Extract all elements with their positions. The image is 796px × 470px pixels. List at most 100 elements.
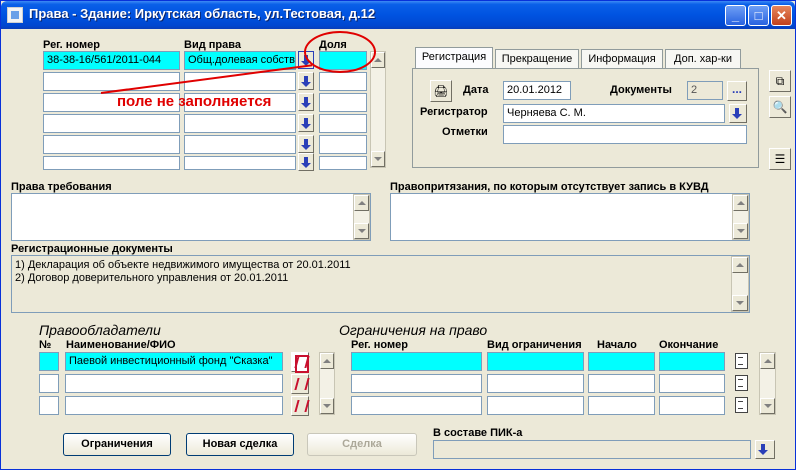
rights-type-select-button[interactable] xyxy=(298,72,314,90)
document-icon[interactable] xyxy=(734,375,748,391)
restriction-reg-cell[interactable] xyxy=(351,396,482,415)
scroll-down-icon[interactable] xyxy=(732,295,748,311)
reg-docs-scrollbar[interactable] xyxy=(731,256,749,312)
window-title: Права - Здание: Иркутская область, ул.Те… xyxy=(29,6,376,21)
pretensions-label: Правопритязания, по которым отсутствует … xyxy=(390,181,709,193)
owner-num-cell[interactable] xyxy=(39,352,59,371)
pretensions-textarea[interactable] xyxy=(390,193,750,241)
rights-type-cell[interactable] xyxy=(184,156,296,170)
restriction-end-cell[interactable] xyxy=(659,374,725,393)
rights-reg-num-cell[interactable] xyxy=(43,72,180,91)
rights-type-select-button[interactable] xyxy=(298,93,314,111)
scroll-up-icon[interactable] xyxy=(760,353,775,369)
new-deal-button[interactable]: Новая сделка xyxy=(186,433,294,456)
scroll-up-icon[interactable] xyxy=(732,257,748,273)
reg-docs-list[interactable]: 1) Декларация об объекте недвижимого иму… xyxy=(11,255,750,313)
restrictions-reg-header: Рег. номер xyxy=(351,339,408,351)
pik-select-button[interactable] xyxy=(755,440,775,459)
rights-reg-num-cell[interactable]: 38-38-16/561/2011-044 xyxy=(43,51,180,70)
owners-name-header: Наименование/ФИО xyxy=(66,339,176,351)
annotation-oval xyxy=(304,31,376,73)
restrictions-start-header: Начало xyxy=(597,339,637,351)
owner-name-cell[interactable]: Паевой инвестиционный фонд "Сказка" xyxy=(65,352,283,371)
scroll-up-icon[interactable] xyxy=(354,195,369,211)
rights-type-select-button[interactable] xyxy=(298,114,314,132)
rights-type-select-button[interactable] xyxy=(298,153,314,171)
rights-share-cell[interactable] xyxy=(319,114,367,133)
registrar-field[interactable]: Черняева С. М. xyxy=(503,104,725,123)
rights-reg-num-cell[interactable] xyxy=(43,156,180,170)
owner-name-cell[interactable] xyxy=(65,396,283,415)
rights-share-cell[interactable] xyxy=(319,72,367,91)
delete-owner-icon[interactable] xyxy=(291,352,309,373)
scroll-down-icon[interactable] xyxy=(354,223,369,239)
restriction-type-cell[interactable] xyxy=(487,352,584,371)
rights-share-cell[interactable] xyxy=(319,135,367,154)
rights-share-cell[interactable] xyxy=(319,156,367,170)
documents-button[interactable]: ... xyxy=(727,81,747,101)
delete-owner-icon[interactable] xyxy=(291,374,309,394)
notes-label: Отметки xyxy=(442,126,488,138)
restriction-start-cell[interactable] xyxy=(588,374,655,393)
rights-reg-num-cell[interactable] xyxy=(43,114,180,133)
documents-count: 2 xyxy=(687,81,723,100)
printer-icon[interactable]: 🖨 xyxy=(430,80,452,102)
tab-termination[interactable]: Прекращение xyxy=(495,49,579,69)
tab-extra[interactable]: Доп. хар-ки xyxy=(665,49,741,69)
pretensions-scrollbar[interactable] xyxy=(732,194,749,240)
rights-scrollbar[interactable] xyxy=(370,51,386,168)
scroll-down-icon[interactable] xyxy=(320,398,334,414)
owner-name-cell[interactable] xyxy=(65,374,283,393)
restriction-reg-cell[interactable] xyxy=(351,374,482,393)
rights-reg-num-cell[interactable] xyxy=(43,135,180,154)
document-icon[interactable] xyxy=(734,353,748,369)
restriction-type-cell[interactable] xyxy=(487,374,584,393)
claims-textarea[interactable] xyxy=(11,193,371,241)
scroll-down-icon[interactable] xyxy=(760,398,775,414)
restriction-type-cell[interactable] xyxy=(487,396,584,415)
rights-type-cell[interactable] xyxy=(184,114,296,133)
restrictions-button[interactable]: Ограничения xyxy=(63,433,171,456)
restriction-start-cell[interactable] xyxy=(588,396,655,415)
documents-label: Документы xyxy=(610,84,672,96)
document-icon[interactable] xyxy=(734,397,748,413)
copy-icon[interactable]: ⧉ xyxy=(769,70,791,92)
registrar-label: Регистратор xyxy=(420,106,488,118)
pik-field[interactable] xyxy=(433,440,751,459)
rights-type-cell[interactable] xyxy=(184,135,296,154)
search-icon[interactable]: 🔍 xyxy=(769,96,791,118)
close-button[interactable]: ✕ xyxy=(771,5,792,26)
scroll-up-icon[interactable] xyxy=(733,195,748,211)
rights-type-select-button[interactable] xyxy=(298,135,314,153)
notes-field[interactable] xyxy=(503,125,747,144)
list-icon[interactable]: ☰ xyxy=(769,148,791,170)
scroll-up-icon[interactable] xyxy=(320,353,334,369)
restrictions-type-header: Вид ограничения xyxy=(487,339,582,351)
restrictions-scrollbar[interactable] xyxy=(759,352,776,415)
scroll-down-icon[interactable] xyxy=(371,151,385,167)
title-bar[interactable]: Права - Здание: Иркутская область, ул.Те… xyxy=(1,1,795,29)
claims-scrollbar[interactable] xyxy=(353,194,370,240)
restriction-end-cell[interactable] xyxy=(659,352,725,371)
owner-num-cell[interactable] xyxy=(39,374,59,393)
owner-num-cell[interactable] xyxy=(39,396,59,415)
list-item: 2) Договор доверительного управления от … xyxy=(15,272,289,284)
delete-owner-icon[interactable] xyxy=(291,396,309,416)
scroll-down-icon[interactable] xyxy=(733,223,748,239)
minimize-button[interactable]: _ xyxy=(725,5,746,26)
rights-type-cell[interactable]: Общ.долевая собств. xyxy=(184,51,296,70)
restriction-start-cell[interactable] xyxy=(588,352,655,371)
main-window: Права - Здание: Иркутская область, ул.Те… xyxy=(0,0,796,470)
registrar-select-button[interactable] xyxy=(729,104,747,123)
date-field[interactable]: 20.01.2012 xyxy=(503,81,571,100)
owners-title: Правообладатели xyxy=(39,322,161,338)
annotation-text: поле не заполняется xyxy=(117,93,272,110)
rights-share-cell[interactable] xyxy=(319,93,367,112)
maximize-button[interactable]: □ xyxy=(748,5,769,26)
tab-registration[interactable]: Регистрация xyxy=(415,47,493,69)
tab-information[interactable]: Информация xyxy=(581,49,663,69)
restriction-reg-cell[interactable] xyxy=(351,352,482,371)
restriction-end-cell[interactable] xyxy=(659,396,725,415)
owners-scrollbar[interactable] xyxy=(319,352,335,415)
claims-label: Права требования xyxy=(11,181,112,193)
